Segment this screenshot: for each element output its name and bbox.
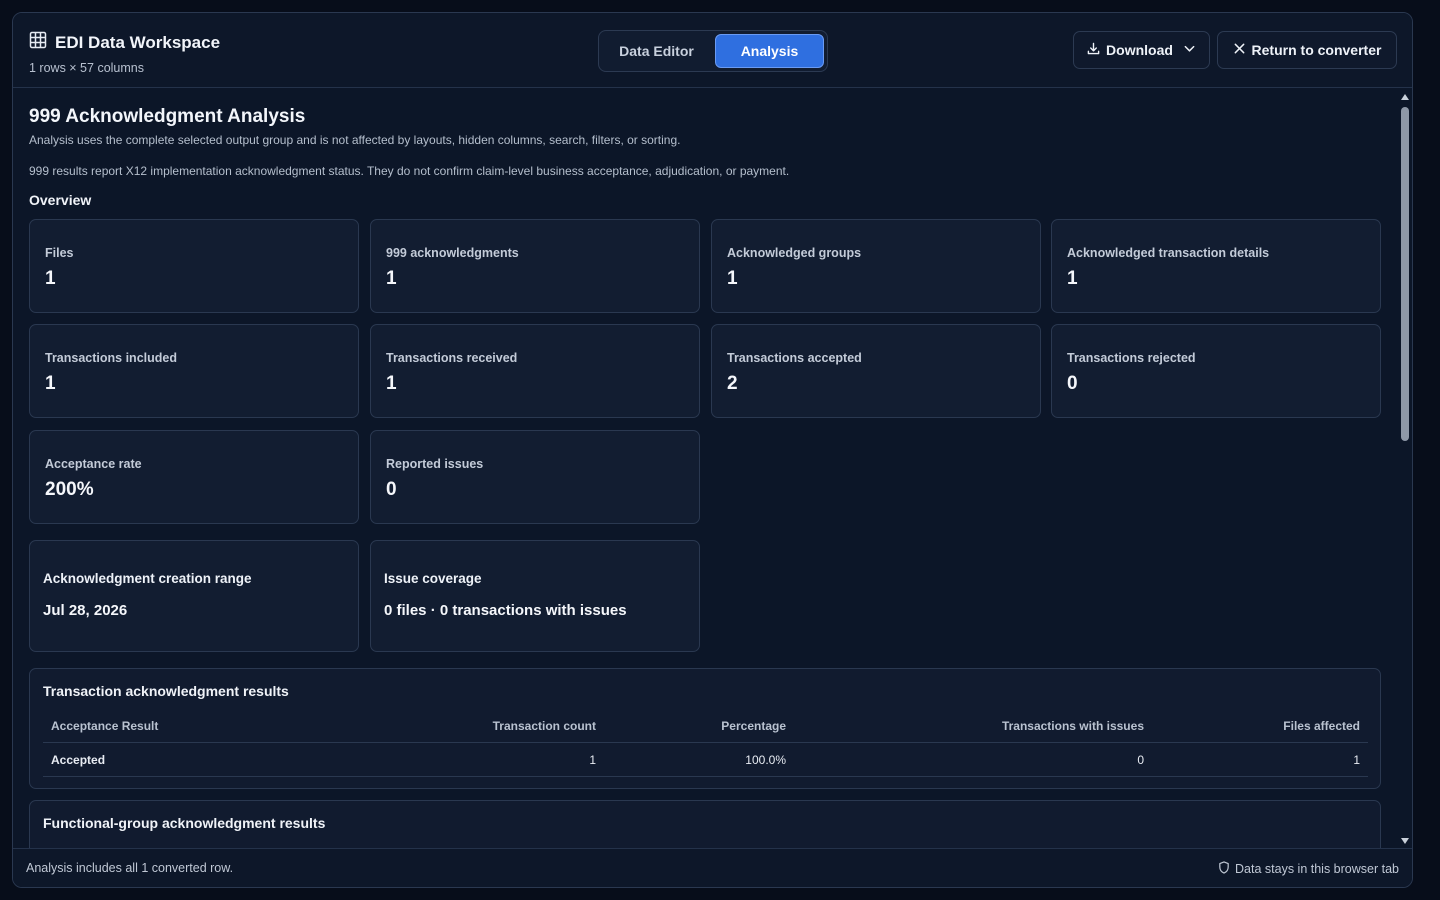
stat-value: 2: [727, 373, 738, 394]
view-switcher: Data Editor Analysis: [598, 30, 828, 72]
stat-value: 1: [45, 373, 56, 394]
return-label: Return to converter: [1251, 42, 1382, 58]
stat-label: Transactions accepted: [727, 351, 862, 365]
stat-label: Acknowledgment creation range: [43, 571, 252, 586]
panel-title: Transaction acknowledgment results: [43, 683, 289, 699]
status-footer: Analysis includes all 1 converted row. D…: [13, 848, 1412, 887]
column-header[interactable]: Files affected: [1283, 719, 1360, 733]
analysis-note: 999 results report X12 implementation ac…: [29, 164, 790, 178]
stat-card-999-acknowledgments: 999 acknowledgments 1: [370, 219, 700, 313]
analysis-description: Analysis uses the complete selected outp…: [29, 133, 681, 147]
analysis-content: 999 Acknowledgment Analysis Analysis use…: [13, 89, 1397, 849]
stat-card-acceptance-rate: Acceptance rate 200%: [29, 430, 359, 524]
column-header[interactable]: Transactions with issues: [1002, 719, 1144, 733]
tab-analysis[interactable]: Analysis: [714, 34, 824, 68]
stat-label: Acknowledged transaction details: [1067, 246, 1270, 260]
stat-label: Issue coverage: [384, 571, 482, 586]
scroll-down-arrow-icon[interactable]: [1401, 838, 1409, 844]
workspace-window: EDI Data Workspace 1 rows × 57 columns D…: [12, 12, 1413, 888]
panel-title: Functional-group acknowledgment results: [43, 815, 326, 831]
app-title: EDI Data Workspace: [55, 32, 221, 52]
chevron-down-icon: [1183, 42, 1196, 58]
table-cell: 1: [589, 753, 596, 767]
return-to-converter-button[interactable]: Return to converter: [1217, 31, 1397, 69]
stat-label: Transactions received: [386, 351, 518, 365]
download-label: Download: [1106, 42, 1173, 58]
stat-card-transactions-accepted: Transactions accepted 2: [711, 324, 1041, 418]
stat-label: Files: [45, 246, 74, 260]
workspace-header: EDI Data Workspace 1 rows × 57 columns D…: [13, 13, 1412, 88]
stat-card-transactions-rejected: Transactions rejected 0: [1051, 324, 1381, 418]
row-column-count: 1 rows × 57 columns: [29, 61, 144, 75]
page-title: 999 Acknowledgment Analysis: [29, 106, 306, 127]
stat-card-transactions-received: Transactions received 1: [370, 324, 700, 418]
stat-card-reported-issues: Reported issues 0: [370, 430, 700, 524]
stat-value: 0: [386, 479, 397, 500]
functional-group-results-panel: Functional-group acknowledgment results: [29, 800, 1381, 849]
stat-card-acknowledged-groups: Acknowledged groups 1: [711, 219, 1041, 313]
scroll-up-arrow-icon[interactable]: [1401, 94, 1409, 100]
scroll-thumb[interactable]: [1401, 107, 1409, 441]
stat-value: 200%: [45, 479, 94, 500]
stat-label: Transactions rejected: [1067, 351, 1196, 365]
stat-value: Jul 28, 2026: [43, 602, 128, 619]
transaction-results-panel: Transaction acknowledgment results Accep…: [29, 668, 1381, 789]
stat-label: Acceptance rate: [45, 457, 142, 471]
content-scrollbar[interactable]: [1398, 89, 1412, 849]
download-icon: [1087, 42, 1100, 58]
stat-value: 1: [386, 268, 397, 289]
stat-card-acknowledged-transaction-details: Acknowledged transaction details 1: [1051, 219, 1381, 313]
privacy-text: Data stays in this browser tab: [1235, 862, 1399, 876]
table-cell: 1: [1353, 753, 1360, 767]
stat-value: 1: [386, 373, 397, 394]
privacy-note: Data stays in this browser tab: [1218, 861, 1399, 877]
shield-icon: [1218, 861, 1230, 877]
stat-value: 1: [1067, 268, 1078, 289]
table-header-row: Acceptance Result Transaction count Perc…: [43, 709, 1368, 743]
acknowledgment-creation-range-card: Acknowledgment creation range Jul 28, 20…: [29, 540, 359, 652]
stat-card-files: Files 1: [29, 219, 359, 313]
stat-label: Acknowledged groups: [727, 246, 862, 260]
stat-card-transactions-included: Transactions included 1: [29, 324, 359, 418]
stat-value: 0: [1067, 373, 1078, 394]
stat-label: 999 acknowledgments: [386, 246, 519, 260]
close-icon: [1233, 42, 1246, 58]
column-header[interactable]: Percentage: [721, 719, 786, 733]
table-cell: Accepted: [51, 753, 106, 767]
stat-value: 1: [727, 268, 738, 289]
grid-table-icon: [29, 31, 47, 54]
table-row: Accepted 1 100.0% 0 1: [43, 743, 1368, 777]
column-header[interactable]: Acceptance Result: [51, 719, 158, 733]
table-cell: 0: [1137, 753, 1144, 767]
stat-value: 1: [45, 268, 56, 289]
title-row: EDI Data Workspace: [29, 31, 220, 54]
title-block: EDI Data Workspace 1 rows × 57 columns: [29, 31, 220, 75]
issue-coverage-card: Issue coverage 0 files · 0 transactions …: [370, 540, 700, 652]
stat-label: Transactions included: [45, 351, 177, 365]
analysis-scope-text: Analysis includes all 1 converted row.: [26, 861, 234, 875]
column-header[interactable]: Transaction count: [493, 719, 596, 733]
table-cell: 100.0%: [745, 753, 786, 767]
stat-value: 0 files · 0 transactions with issues: [384, 602, 627, 619]
stat-label: Reported issues: [386, 457, 484, 471]
tab-data-editor[interactable]: Data Editor: [602, 34, 711, 68]
transaction-results-table: Acceptance Result Transaction count Perc…: [43, 709, 1368, 777]
overview-heading: Overview: [29, 192, 92, 208]
download-button[interactable]: Download: [1073, 31, 1210, 69]
